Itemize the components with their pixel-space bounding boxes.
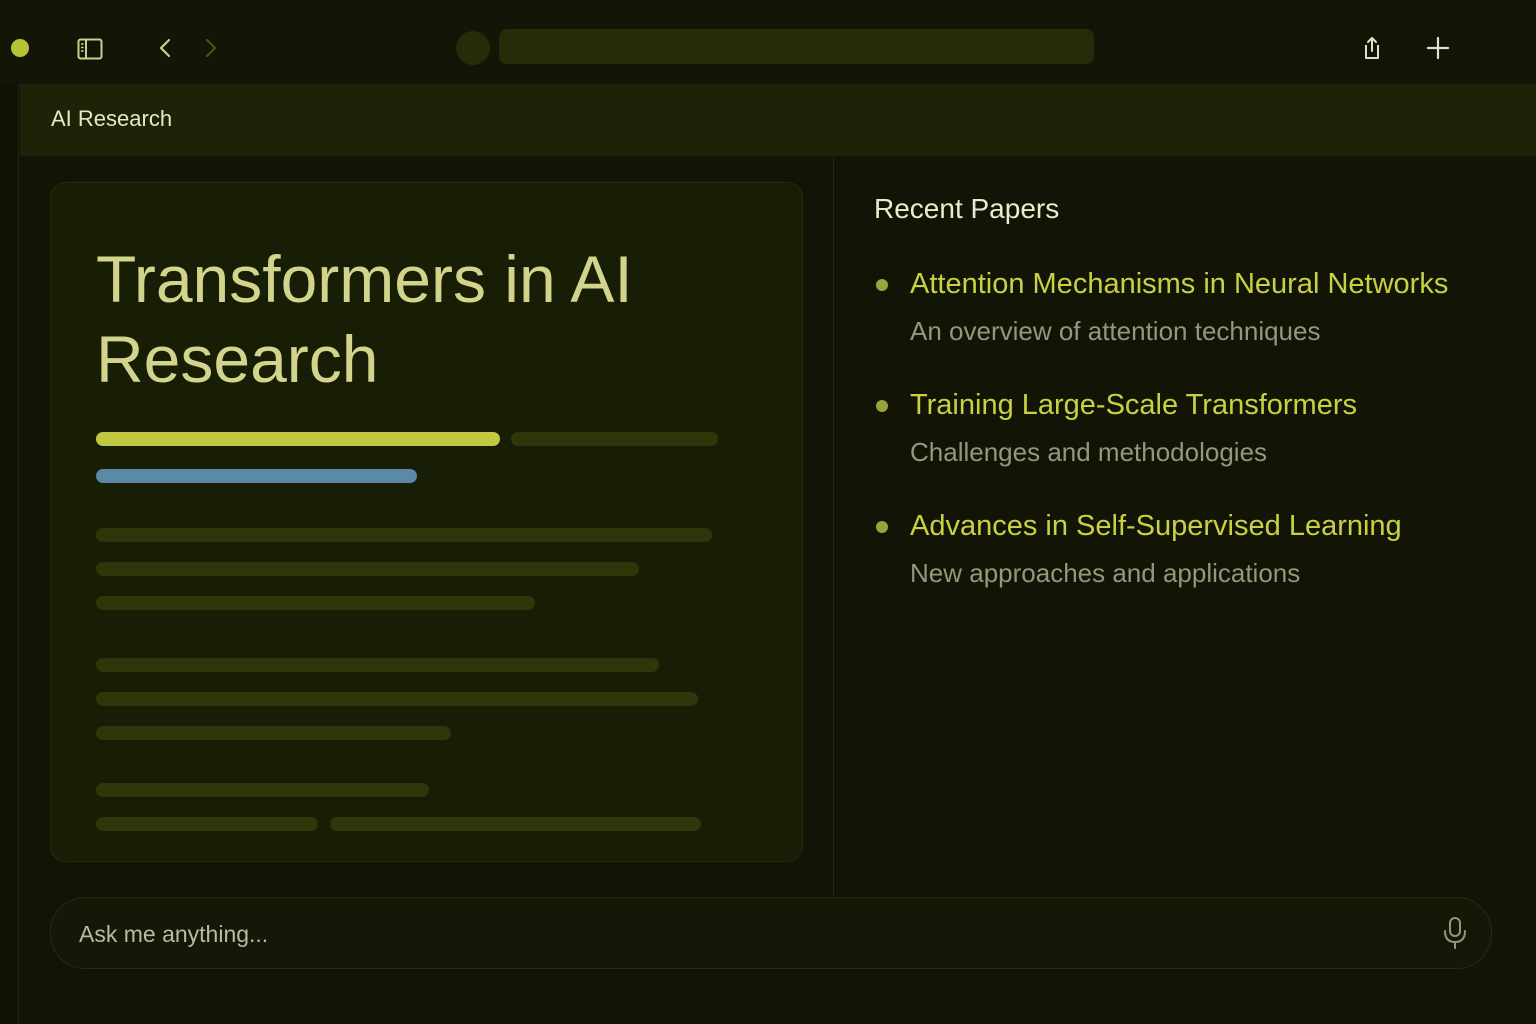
left-border-strip (0, 84, 19, 1024)
bullet-icon (876, 521, 888, 533)
share-button[interactable] (1356, 31, 1388, 65)
browser-toolbar (0, 0, 1536, 84)
site-favicon (456, 31, 490, 65)
chevron-right-icon (205, 38, 217, 58)
page-header-title: AI Research (51, 106, 173, 131)
text-placeholder-line (96, 783, 429, 797)
ask-bar (50, 897, 1492, 969)
document-title: Transformers in AI Research (96, 242, 633, 396)
address-bar[interactable] (499, 29, 1094, 64)
new-tab-button[interactable] (1420, 31, 1456, 65)
chevron-left-icon (159, 38, 171, 58)
document-card[interactable]: Transformers in AI Research (50, 182, 803, 862)
text-placeholder-line (96, 692, 698, 706)
highlight-bar-blue (96, 469, 417, 483)
back-button[interactable] (150, 32, 180, 64)
bullet-icon (876, 400, 888, 412)
highlight-bar-yellow (96, 432, 500, 446)
paper-subtitle: Challenges and methodologies (910, 437, 1268, 467)
bullet-icon (876, 279, 888, 291)
ask-input[interactable] (77, 914, 1401, 954)
text-placeholder-line (96, 528, 712, 542)
paper-title[interactable]: Attention Mechanisms in Neural Networks (910, 268, 1448, 301)
recent-papers-heading: Recent Papers (874, 193, 1060, 224)
text-placeholder-line (96, 726, 451, 740)
text-placeholder-line (96, 596, 535, 610)
microphone-icon (1444, 917, 1466, 949)
browser-window: AI Research Transformers in AI Research … (0, 0, 1536, 1024)
sidebar-toggle-icon[interactable] (74, 33, 106, 65)
text-placeholder-line (96, 562, 639, 576)
page-header: AI Research (20, 84, 1536, 156)
microphone-button[interactable] (1439, 915, 1471, 951)
paper-title[interactable]: Advances in Self-Supervised Learning (910, 510, 1402, 543)
text-placeholder-line (511, 432, 718, 446)
share-icon (1365, 37, 1379, 59)
text-placeholder-line (330, 817, 701, 831)
window-dot[interactable] (11, 39, 29, 57)
panel-divider (833, 156, 834, 896)
paper-subtitle: An overview of attention techniques (910, 316, 1321, 346)
forward-button[interactable] (196, 32, 226, 64)
paper-title[interactable]: Training Large-Scale Transformers (910, 389, 1357, 422)
text-placeholder-line (96, 658, 659, 672)
plus-icon (1426, 36, 1450, 60)
text-placeholder-line (96, 817, 318, 831)
paper-subtitle: New approaches and applications (910, 558, 1301, 588)
